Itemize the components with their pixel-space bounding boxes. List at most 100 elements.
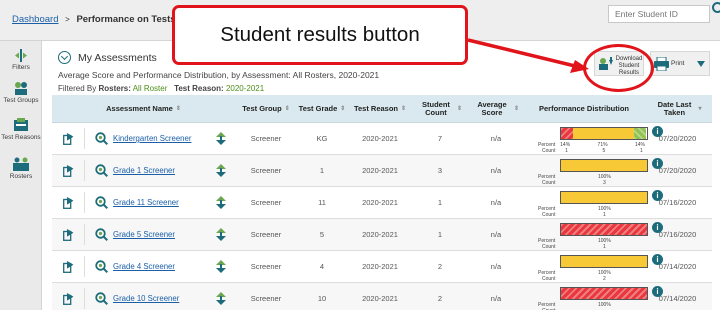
rail-item-test-reasons[interactable]: Test Reasons bbox=[0, 118, 42, 141]
column-header-date-last-taken[interactable]: Date Last Taken ▾ bbox=[643, 95, 712, 123]
header-label: Test Reason bbox=[353, 104, 398, 113]
performance-bar[interactable] bbox=[560, 223, 648, 236]
assessment-name-link[interactable]: Kindergarten Screener bbox=[113, 134, 191, 143]
count-value: 1 bbox=[603, 244, 606, 250]
performance-segment-green bbox=[634, 128, 647, 139]
test-grade-cell: 5 bbox=[319, 230, 325, 239]
row-divider bbox=[84, 224, 85, 245]
row-divider bbox=[84, 192, 85, 213]
column-header-student-count[interactable]: Student Count ⇕ bbox=[413, 95, 467, 123]
reorder-icon[interactable] bbox=[216, 164, 226, 177]
left-rail: Filters Test Groups Test Reasons Rosters bbox=[0, 41, 42, 310]
assessment-name-cell: Grade 4 Screener bbox=[113, 251, 213, 282]
rail-item-filters[interactable]: Filters bbox=[0, 49, 42, 71]
magnifier-icon[interactable] bbox=[95, 260, 108, 273]
info-icon[interactable]: i bbox=[652, 286, 663, 297]
column-header-average-score[interactable]: Average Score ⇕ bbox=[467, 95, 525, 123]
reorder-icon[interactable] bbox=[216, 292, 226, 305]
assessment-name-link[interactable]: Grade 5 Screener bbox=[113, 230, 175, 239]
sort-icon: ⇕ bbox=[513, 106, 520, 112]
performance-segment-red bbox=[561, 128, 574, 139]
performance-bar[interactable] bbox=[560, 127, 648, 140]
info-icon[interactable]: i bbox=[652, 158, 663, 169]
performance-segment-red bbox=[561, 224, 647, 235]
count-value: 3 bbox=[603, 180, 606, 186]
rosters-icon bbox=[13, 157, 29, 171]
reorder-icon[interactable] bbox=[216, 260, 226, 273]
test-grade-cell: 10 bbox=[317, 294, 327, 303]
assessment-name-link[interactable]: Grade 1 Screener bbox=[113, 166, 175, 175]
annotation-callout: Student results button bbox=[172, 5, 468, 65]
average-score-cell: n/a bbox=[490, 134, 502, 143]
average-score-cell: n/a bbox=[490, 166, 502, 175]
assessment-name-cell: Grade 11 Screener bbox=[113, 187, 213, 218]
column-header-assessment-name[interactable]: Assessment Name ⇕ bbox=[52, 95, 235, 123]
reorder-icon[interactable] bbox=[216, 228, 226, 241]
page-subtitle: Average Score and Performance Distributi… bbox=[58, 70, 380, 80]
magnifier-icon[interactable] bbox=[95, 164, 108, 177]
magnifier-icon[interactable] bbox=[95, 132, 108, 145]
info-icon[interactable]: i bbox=[652, 222, 663, 233]
table-row: Kindergarten Screener Screener KG 2020-2021… bbox=[52, 123, 712, 155]
count-label: Count bbox=[542, 244, 556, 250]
rail-label: Rosters bbox=[9, 173, 33, 180]
header-label: Performance Distribution bbox=[538, 104, 629, 113]
collapse-chevron-icon[interactable] bbox=[58, 51, 71, 64]
sort-icon: ⇕ bbox=[340, 106, 346, 112]
magnifier-icon[interactable] bbox=[95, 292, 108, 305]
rail-item-rosters[interactable]: Rosters bbox=[0, 157, 42, 180]
search-icon[interactable] bbox=[712, 2, 720, 13]
magnifier-icon[interactable] bbox=[95, 196, 108, 209]
expand-row-icon[interactable] bbox=[63, 133, 74, 145]
test-reason-cell: 2020-2021 bbox=[362, 198, 398, 207]
column-header-test-grade[interactable]: Test Grade ⇕ bbox=[297, 95, 347, 123]
performance-segment-yellow bbox=[561, 256, 647, 267]
test-group-cell: Screener bbox=[250, 230, 282, 239]
column-header-performance-distribution[interactable]: Performance Distribution bbox=[525, 95, 643, 123]
expand-row-icon[interactable] bbox=[63, 165, 74, 177]
magnifier-icon[interactable] bbox=[95, 228, 108, 241]
print-button[interactable]: Print bbox=[650, 51, 710, 76]
expand-row-icon[interactable] bbox=[63, 197, 74, 209]
table-row: Grade 11 Screener Screener 11 2020-2021 1 n/a… bbox=[52, 187, 712, 219]
assessment-name-link[interactable]: Grade 10 Screener bbox=[113, 294, 179, 303]
row-divider bbox=[84, 288, 85, 309]
performance-bar[interactable] bbox=[560, 191, 648, 204]
assessment-name-link[interactable]: Grade 11 Screener bbox=[113, 198, 179, 207]
reorder-icon[interactable] bbox=[216, 132, 226, 145]
count-value: 1 bbox=[639, 148, 643, 154]
test-grade-cell: 11 bbox=[318, 198, 326, 207]
assessment-name-link[interactable]: Grade 4 Screener bbox=[113, 262, 175, 271]
chevron-down-icon bbox=[697, 61, 705, 67]
rail-label: Test Groups bbox=[3, 97, 39, 104]
column-header-test-reason[interactable]: Test Reason ⇕ bbox=[347, 95, 413, 123]
info-icon[interactable]: i bbox=[652, 254, 663, 265]
student-count-cell: 2 bbox=[437, 262, 443, 271]
info-icon[interactable]: i bbox=[652, 190, 663, 201]
performance-bar[interactable] bbox=[560, 287, 648, 300]
test-reason-cell: 2020-2021 bbox=[362, 294, 398, 303]
rail-item-test-groups[interactable]: Test Groups bbox=[0, 81, 42, 104]
expand-row-icon[interactable] bbox=[63, 229, 74, 241]
header-label: Date Last Taken bbox=[657, 100, 692, 117]
expand-row-icon[interactable] bbox=[63, 261, 74, 273]
student-count-cell: 2 bbox=[437, 294, 443, 303]
breadcrumb-dashboard-link[interactable]: Dashboard bbox=[12, 14, 58, 25]
performance-page: Dashboard > Performance on Tests Filters… bbox=[0, 0, 720, 310]
performance-bar[interactable] bbox=[560, 255, 648, 268]
column-header-test-group[interactable]: Test Group ⇕ bbox=[235, 95, 297, 123]
count-label: Count bbox=[542, 212, 556, 218]
performance-bar[interactable] bbox=[560, 159, 648, 172]
info-icon[interactable]: i bbox=[652, 126, 663, 137]
count-value: 1 bbox=[565, 148, 568, 154]
student-id-search-input[interactable] bbox=[608, 5, 710, 23]
test-group-cell: Screener bbox=[250, 134, 282, 143]
test-group-cell: Screener bbox=[250, 294, 282, 303]
expand-row-icon[interactable] bbox=[63, 293, 74, 305]
test-grade-cell: 4 bbox=[319, 262, 325, 271]
sort-icon: ▾ bbox=[698, 106, 702, 112]
test-group-cell: Screener bbox=[250, 262, 282, 271]
reorder-icon[interactable] bbox=[216, 196, 226, 209]
header-label: Test Grade bbox=[298, 104, 338, 113]
assessment-name-cell: Grade 1 Screener bbox=[113, 155, 213, 186]
